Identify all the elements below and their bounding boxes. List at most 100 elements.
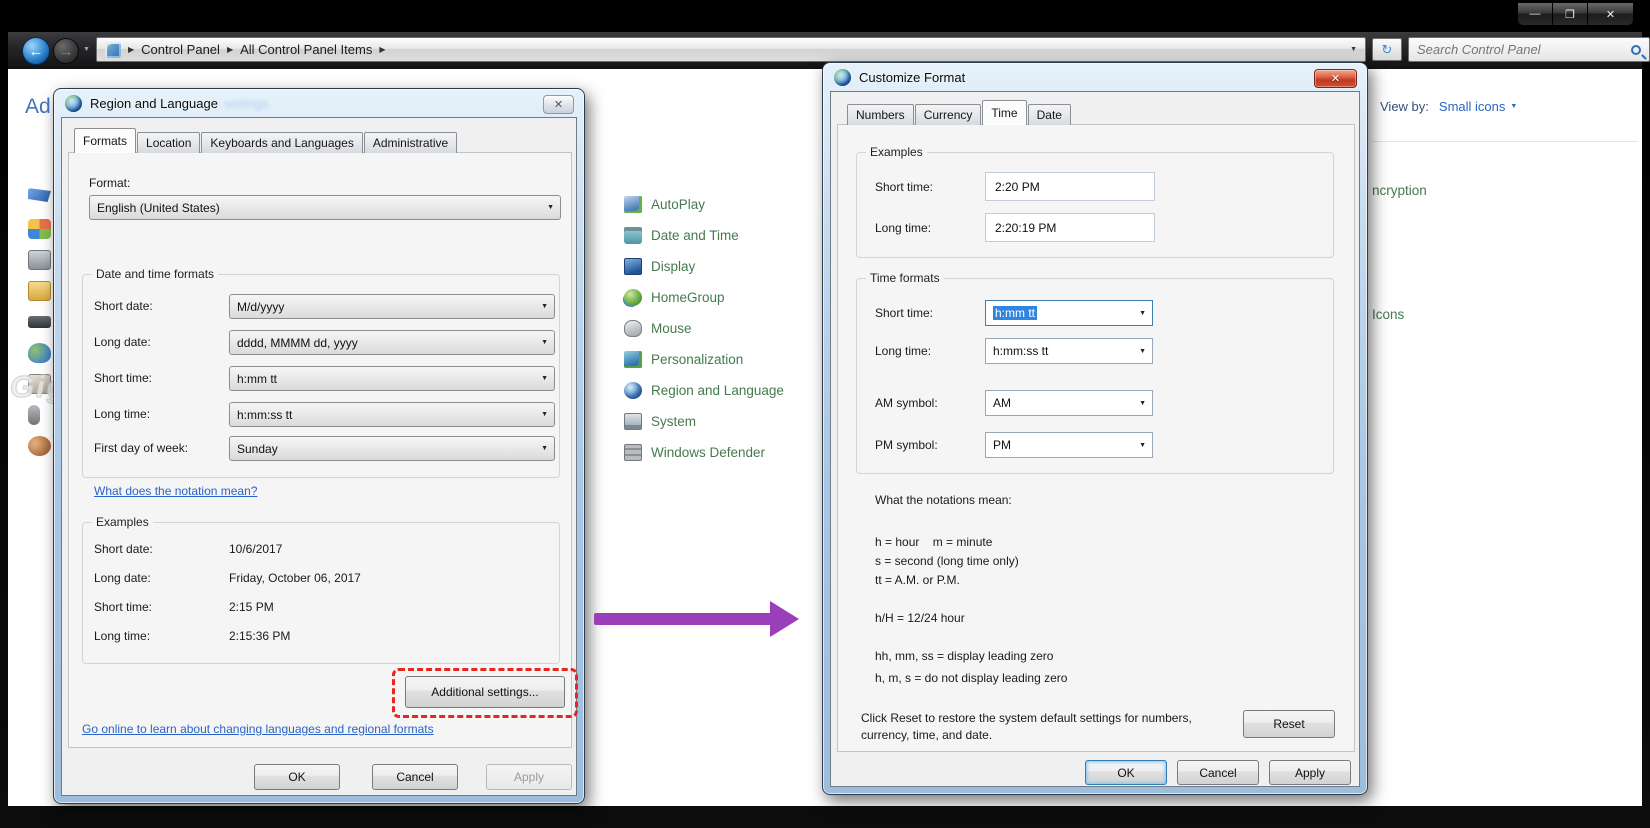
tab-currency[interactable]: Currency bbox=[915, 104, 982, 125]
notation-help-link[interactable]: What does the notation mean? bbox=[94, 484, 257, 498]
flag-icon[interactable] bbox=[28, 188, 51, 208]
dialog-titlebar[interactable]: Customize Format bbox=[823, 63, 1367, 91]
additional-settings-button[interactable]: Additional settings... bbox=[405, 676, 565, 708]
long-date-dropdown[interactable]: dddd, MMMM dd, yyyy▼ bbox=[229, 330, 555, 355]
example-long-time-label: Long time: bbox=[94, 629, 150, 643]
short-time-dropdown[interactable]: h:mm tt▼ bbox=[229, 366, 555, 391]
breadcrumb-control-panel[interactable]: Control Panel bbox=[141, 42, 220, 57]
annotation-arrow bbox=[594, 613, 772, 625]
short-time-format-dropdown[interactable]: h:mm tt ▼ bbox=[985, 300, 1153, 326]
item-windows-defender[interactable]: Windows Defender bbox=[624, 437, 784, 468]
back-button[interactable]: ← bbox=[22, 37, 50, 65]
short-date-label: Short date: bbox=[94, 299, 153, 313]
dropdown-arrow-icon: ▼ bbox=[1139, 310, 1146, 317]
backup-device-icon[interactable] bbox=[28, 250, 51, 270]
examples-group: Examples bbox=[82, 522, 560, 664]
region-language-icon bbox=[624, 382, 642, 399]
dialog-close-button[interactable]: ✕ bbox=[1314, 69, 1357, 88]
dialog-title: Customize Format bbox=[859, 70, 965, 85]
item-date-and-time[interactable]: Date and Time bbox=[624, 220, 784, 251]
go-online-link[interactable]: Go online to learn about changing langua… bbox=[82, 722, 434, 736]
view-by-control: View by: Small icons ▼ bbox=[1380, 99, 1517, 114]
dropdown-value: PM bbox=[993, 438, 1011, 452]
long-time-dropdown[interactable]: h:mm:ss tt▼ bbox=[229, 402, 555, 427]
users-icon[interactable] bbox=[28, 343, 51, 363]
cancel-button[interactable]: Cancel bbox=[372, 764, 458, 790]
item-display[interactable]: Display bbox=[624, 251, 784, 282]
format-dropdown[interactable]: English (United States) ▼ bbox=[89, 195, 561, 220]
breadcrumb[interactable]: ▶ Control Panel ▶ All Control Panel Item… bbox=[96, 37, 1366, 62]
tab-date[interactable]: Date bbox=[1028, 104, 1071, 125]
apply-button[interactable]: Apply bbox=[486, 764, 572, 790]
globe-icon bbox=[65, 95, 82, 112]
windows-defender-icon bbox=[624, 444, 642, 461]
minimize-icon[interactable]: — bbox=[1518, 3, 1553, 25]
tab-numbers[interactable]: Numbers bbox=[847, 104, 914, 125]
item-autoplay[interactable]: AutoPlay bbox=[624, 189, 784, 220]
pm-symbol-label: PM symbol: bbox=[875, 438, 938, 452]
search-input[interactable] bbox=[1417, 42, 1631, 57]
item-region-and-language[interactable]: Region and Language bbox=[624, 375, 784, 406]
item-personalization[interactable]: Personalization bbox=[624, 344, 784, 375]
address-dropdown-icon[interactable]: ▼ bbox=[1350, 46, 1357, 53]
first-day-dropdown[interactable]: Sunday▼ bbox=[229, 436, 555, 461]
close-icon: ✕ bbox=[554, 98, 563, 111]
refresh-button[interactable]: ↻ bbox=[1372, 38, 1402, 61]
item-system[interactable]: System bbox=[624, 406, 784, 437]
pm-symbol-dropdown[interactable]: PM ▼ bbox=[985, 432, 1153, 458]
item-homegroup[interactable]: HomeGroup bbox=[624, 282, 784, 313]
notation-line: hh, mm, ss = display leading zero bbox=[875, 649, 1053, 663]
notation-line: h/H = 12/24 hour bbox=[875, 611, 965, 625]
reset-description: Click Reset to restore the system defaul… bbox=[861, 710, 1211, 744]
view-by-label: View by: bbox=[1380, 99, 1429, 114]
dropdown-arrow-icon: ▼ bbox=[1139, 442, 1146, 449]
item-label: System bbox=[651, 414, 696, 429]
tab-administrative[interactable]: Administrative bbox=[364, 132, 457, 153]
forward-button[interactable]: → bbox=[53, 38, 79, 64]
long-time-format-dropdown[interactable]: h:mm:ss tt▼ bbox=[985, 338, 1153, 364]
search-icon[interactable] bbox=[1631, 45, 1641, 55]
breadcrumb-all-items[interactable]: All Control Panel Items bbox=[240, 42, 372, 57]
dialog-close-button[interactable]: ✕ bbox=[543, 95, 574, 114]
format-value: English (United States) bbox=[97, 201, 220, 215]
dialog-titlebar[interactable]: Region and Language settings bbox=[54, 89, 584, 117]
item-icons-partial[interactable]: Icons bbox=[1372, 307, 1404, 322]
close-icon[interactable]: ✕ bbox=[1588, 3, 1633, 25]
search-box[interactable] bbox=[1408, 37, 1650, 62]
item-label: Mouse bbox=[651, 321, 692, 336]
reset-button[interactable]: Reset bbox=[1243, 710, 1335, 738]
am-symbol-dropdown[interactable]: AM▼ bbox=[985, 390, 1153, 416]
microphone-icon[interactable] bbox=[28, 405, 40, 425]
view-by-dropdown[interactable]: Small icons ▼ bbox=[1439, 99, 1517, 114]
tab-keyboards-and-languages[interactable]: Keyboards and Languages bbox=[201, 132, 362, 153]
example-long-time-label: Long time: bbox=[875, 221, 931, 235]
example-short-time-field[interactable]: 2:20 PM bbox=[985, 172, 1155, 201]
long-time-format-label: Long time: bbox=[875, 344, 931, 358]
fonts-folder-icon[interactable] bbox=[28, 281, 51, 301]
apply-button[interactable]: Apply bbox=[1269, 760, 1351, 785]
tab-formats[interactable]: Formats bbox=[74, 128, 136, 153]
ok-button[interactable]: OK bbox=[1085, 760, 1167, 785]
maximize-icon[interactable]: ❐ bbox=[1553, 3, 1588, 25]
people-icon[interactable] bbox=[28, 436, 51, 456]
tab-time[interactable]: Time bbox=[982, 100, 1026, 125]
windows-icon[interactable] bbox=[28, 219, 51, 239]
item-label: AutoPlay bbox=[651, 197, 705, 212]
chevron-right-icon[interactable]: ▶ bbox=[379, 45, 385, 54]
chevron-right-icon[interactable]: ▶ bbox=[227, 45, 233, 54]
system-icon bbox=[624, 413, 642, 430]
tab-strip: Formats Location Keyboards and Languages… bbox=[74, 128, 458, 153]
chevron-down-icon: ▼ bbox=[1510, 103, 1517, 110]
cancel-button[interactable]: Cancel bbox=[1177, 760, 1259, 785]
history-dropdown-icon[interactable]: ▼ bbox=[83, 46, 90, 53]
short-date-dropdown[interactable]: M/d/yyyy▼ bbox=[229, 294, 555, 319]
long-date-value: dddd, MMMM dd, yyyy bbox=[237, 336, 358, 350]
item-mouse[interactable]: Mouse bbox=[624, 313, 784, 344]
item-encryption-partial[interactable]: ncryption bbox=[1372, 183, 1427, 198]
tab-location[interactable]: Location bbox=[137, 132, 200, 153]
ok-button[interactable]: OK bbox=[254, 764, 340, 790]
drive-icon[interactable] bbox=[28, 316, 51, 328]
long-time-value: h:mm:ss tt bbox=[237, 408, 292, 422]
example-long-time-field[interactable]: 2:20:19 PM bbox=[985, 213, 1155, 242]
refresh-icon: ↻ bbox=[1382, 42, 1393, 58]
